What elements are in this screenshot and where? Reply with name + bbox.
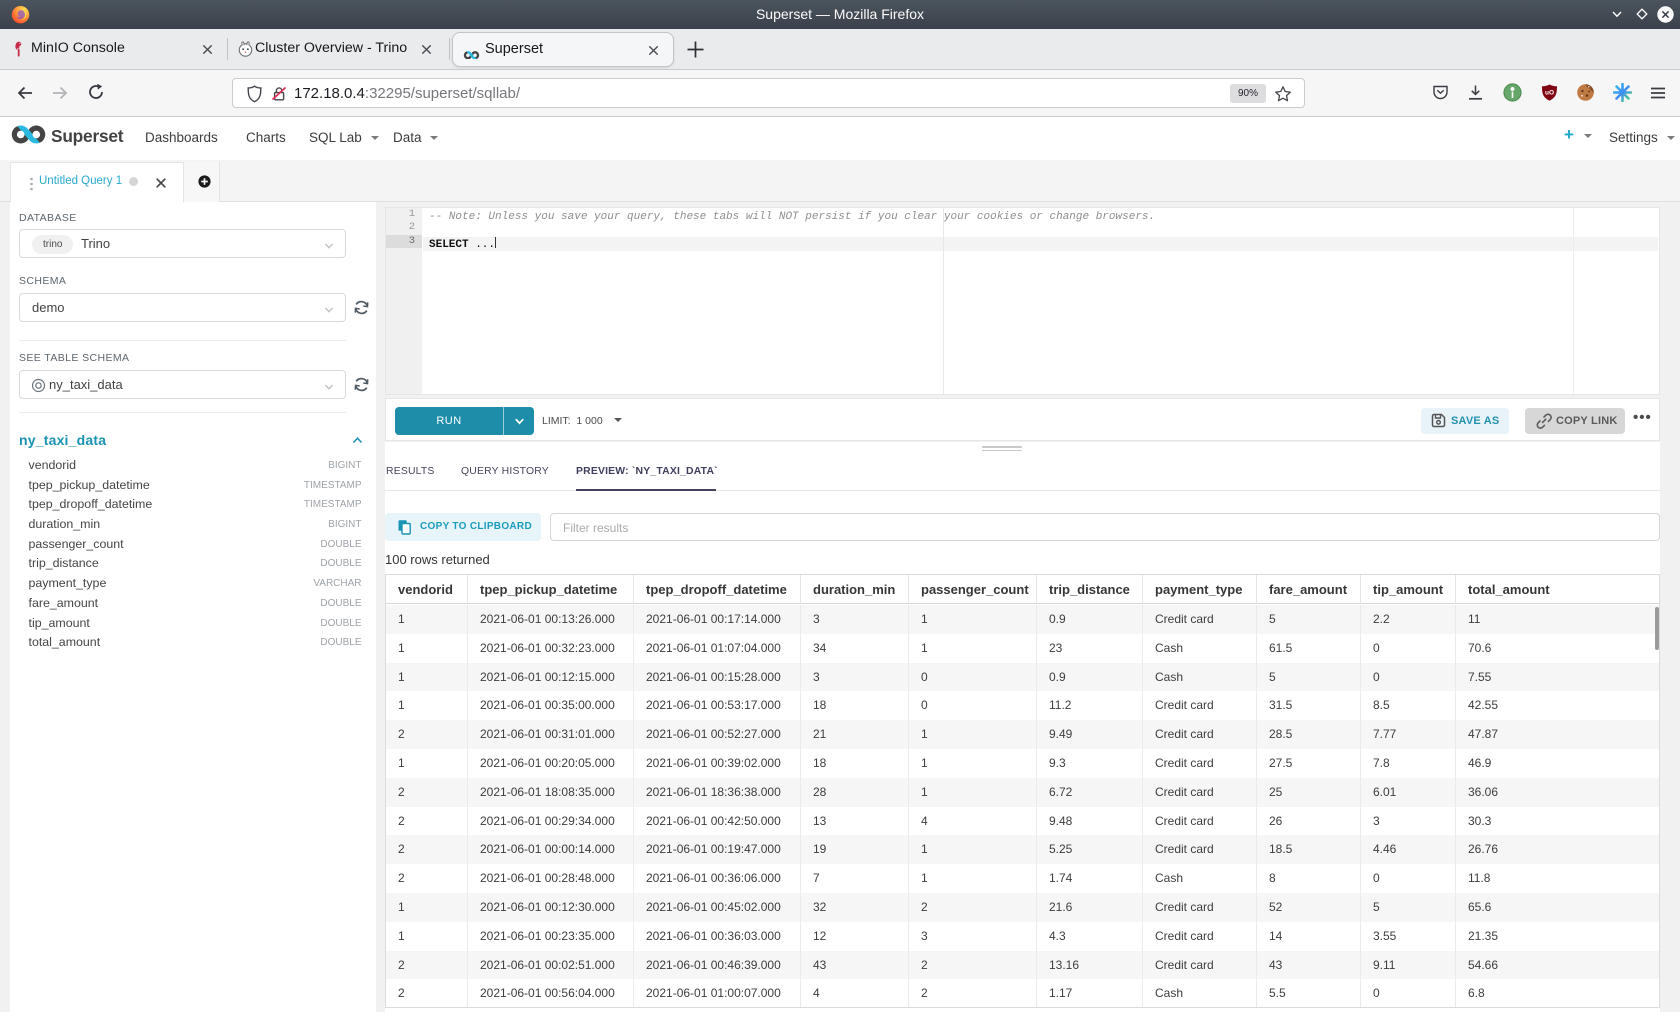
svg-text:uO: uO <box>1545 90 1554 97</box>
